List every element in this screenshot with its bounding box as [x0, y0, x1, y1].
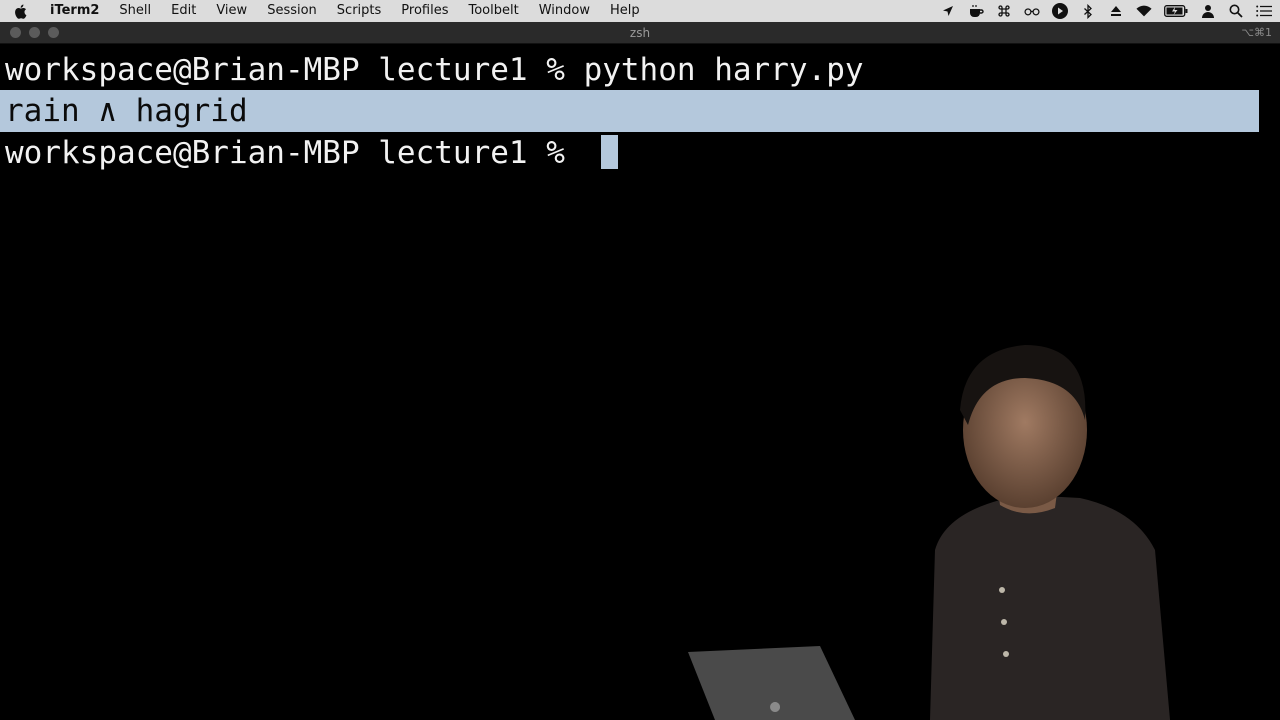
play-icon[interactable] — [1052, 3, 1068, 19]
presenter-torso — [930, 495, 1170, 720]
window-titlebar: zsh ⌥⌘1 — [0, 22, 1280, 44]
location-icon[interactable] — [940, 3, 956, 19]
shirt-button — [1003, 651, 1009, 657]
user-icon[interactable] — [1200, 3, 1216, 19]
command-icon[interactable] — [996, 3, 1012, 19]
menu-app-iterm2[interactable]: iTerm2 — [40, 0, 109, 22]
menu-scripts[interactable]: Scripts — [327, 0, 391, 22]
bluetooth-icon[interactable] — [1080, 3, 1096, 19]
battery-icon[interactable] — [1164, 3, 1188, 19]
apple-icon — [14, 4, 26, 19]
list-icon[interactable] — [1256, 3, 1272, 19]
terminal-cursor — [600, 135, 618, 169]
menu-profiles[interactable]: Profiles — [391, 0, 458, 22]
apple-menu[interactable] — [0, 0, 40, 22]
eject-icon[interactable] — [1108, 3, 1124, 19]
glasses-icon[interactable] — [1024, 3, 1040, 19]
coffee-cup-icon[interactable] — [968, 3, 984, 19]
menu-view[interactable]: View — [206, 0, 257, 22]
terminal-line-selected: rain ∧ hagrid — [0, 90, 1259, 132]
menu-toolbelt[interactable]: Toolbelt — [458, 0, 528, 22]
terminal-prompt-line: workspace@Brian-MBP lecture1 % — [5, 132, 618, 174]
terminal-line: workspace@Brian-MBP lecture1 % python ha… — [5, 52, 864, 88]
shirt-button — [999, 587, 1005, 593]
menu-window[interactable]: Window — [529, 0, 600, 22]
terminal-prompt: workspace@Brian-MBP lecture1 % — [5, 135, 584, 171]
window-title: zsh — [629, 26, 651, 40]
terminal-pane[interactable]: workspace@Brian-MBP lecture1 % python ha… — [0, 44, 1280, 720]
status-area — [940, 0, 1280, 22]
menu-help[interactable]: Help — [600, 0, 650, 22]
menu-session[interactable]: Session — [257, 0, 327, 22]
menu-left: iTerm2 Shell Edit View Session Scripts P… — [0, 0, 650, 22]
wifi-icon[interactable] — [1136, 3, 1152, 19]
menu-edit[interactable]: Edit — [161, 0, 206, 22]
window-shortcut: ⌥⌘1 — [1241, 26, 1272, 39]
menu-shell[interactable]: Shell — [109, 0, 161, 22]
apple-logo-icon — [770, 702, 781, 712]
menu-bar: iTerm2 Shell Edit View Session Scripts P… — [0, 0, 1280, 22]
spotlight-icon[interactable] — [1228, 3, 1244, 19]
shirt-button — [1001, 619, 1007, 625]
presenter-video — [688, 345, 1170, 720]
